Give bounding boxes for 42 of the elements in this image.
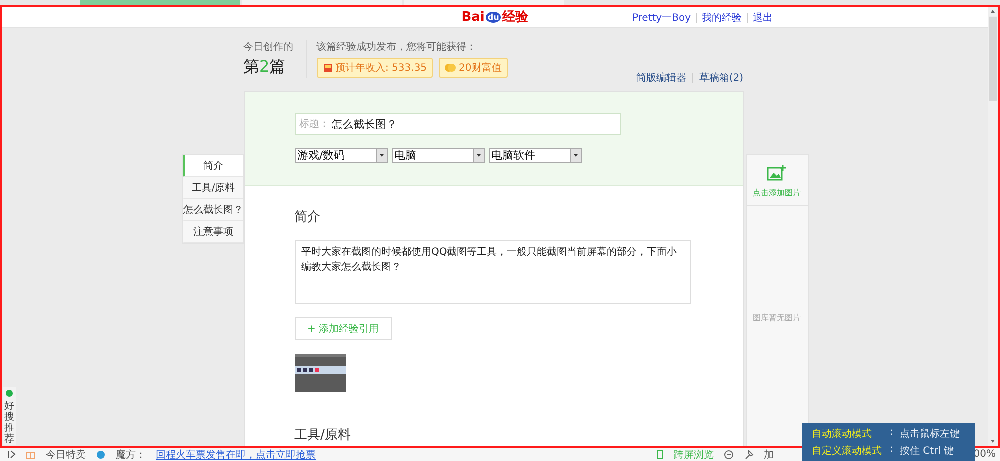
reward-badge: 20财富值 <box>439 58 508 78</box>
mode-action: 按住 Ctrl 键 <box>900 444 956 458</box>
dropdown-caret-icon[interactable] <box>472 149 484 162</box>
coin-icon <box>445 63 456 73</box>
mode-name: 自定义滚动模式 <box>812 444 883 458</box>
category-select[interactable]: 游戏/数码 <box>294 148 388 163</box>
mode-name: 自动滚动模式 <box>812 428 873 440</box>
widget-label: 好搜推荐 <box>4 401 14 445</box>
section-heading: 简介 <box>294 209 322 226</box>
title-field[interactable]: 标题： 怎么截长图？ <box>294 113 620 135</box>
nav-item[interactable]: 简介 <box>182 155 242 177</box>
section-heading: 工具/原料 <box>294 427 352 444</box>
zoom-level: 00% <box>974 449 997 460</box>
today-label: 今日创作的 <box>244 41 294 54</box>
header-link[interactable]: Pretty一Boy <box>632 11 691 25</box>
promo-link[interactable]: 回程火车票发售在即，点击立即抢票 <box>156 448 316 461</box>
logo: Bai du 经验 <box>462 8 528 26</box>
field-label: 标题： <box>300 118 330 131</box>
envelope-icon <box>322 63 332 73</box>
header-link[interactable]: 退出 <box>753 11 773 25</box>
status-item[interactable]: 魔方： <box>116 448 146 461</box>
status-dot-icon <box>6 390 13 397</box>
header-link[interactable]: 我的经验 <box>702 11 742 25</box>
article-count: 第2篇 <box>244 57 287 78</box>
editor-link[interactable]: 草稿箱(2) <box>699 71 744 85</box>
mode-action: 点击鼠标左键 <box>900 428 961 440</box>
dropdown-caret-icon[interactable] <box>376 149 386 162</box>
category-select[interactable]: 电脑 <box>392 148 484 163</box>
dropdown-caret-icon[interactable] <box>570 149 580 162</box>
separator: : <box>890 426 894 440</box>
editor-link[interactable]: 简版编辑器 <box>636 71 686 85</box>
reward-label: 该篇经验成功发布，您将可能获得： <box>316 40 478 54</box>
category-select[interactable]: 电脑软件 <box>488 148 582 163</box>
title-input[interactable]: 怎么截长图？ <box>332 118 620 130</box>
reward-badge: 预计年收入: 533.35 <box>316 58 434 78</box>
pin-icon[interactable] <box>744 450 754 460</box>
empty-gallery-text: 图库暂无图片 <box>753 312 801 324</box>
sidebar-toggle-icon[interactable] <box>8 450 16 459</box>
separator: : <box>890 444 894 456</box>
status-item[interactable]: 加 <box>764 448 774 461</box>
status-item[interactable]: 今日特卖 <box>46 448 86 461</box>
text-area[interactable]: 平时大家在截图的时候都使用QQ截图等工具，一般只能截图当前屏幕的部分，下面小编教大家怎么截长图？ <box>294 240 690 304</box>
